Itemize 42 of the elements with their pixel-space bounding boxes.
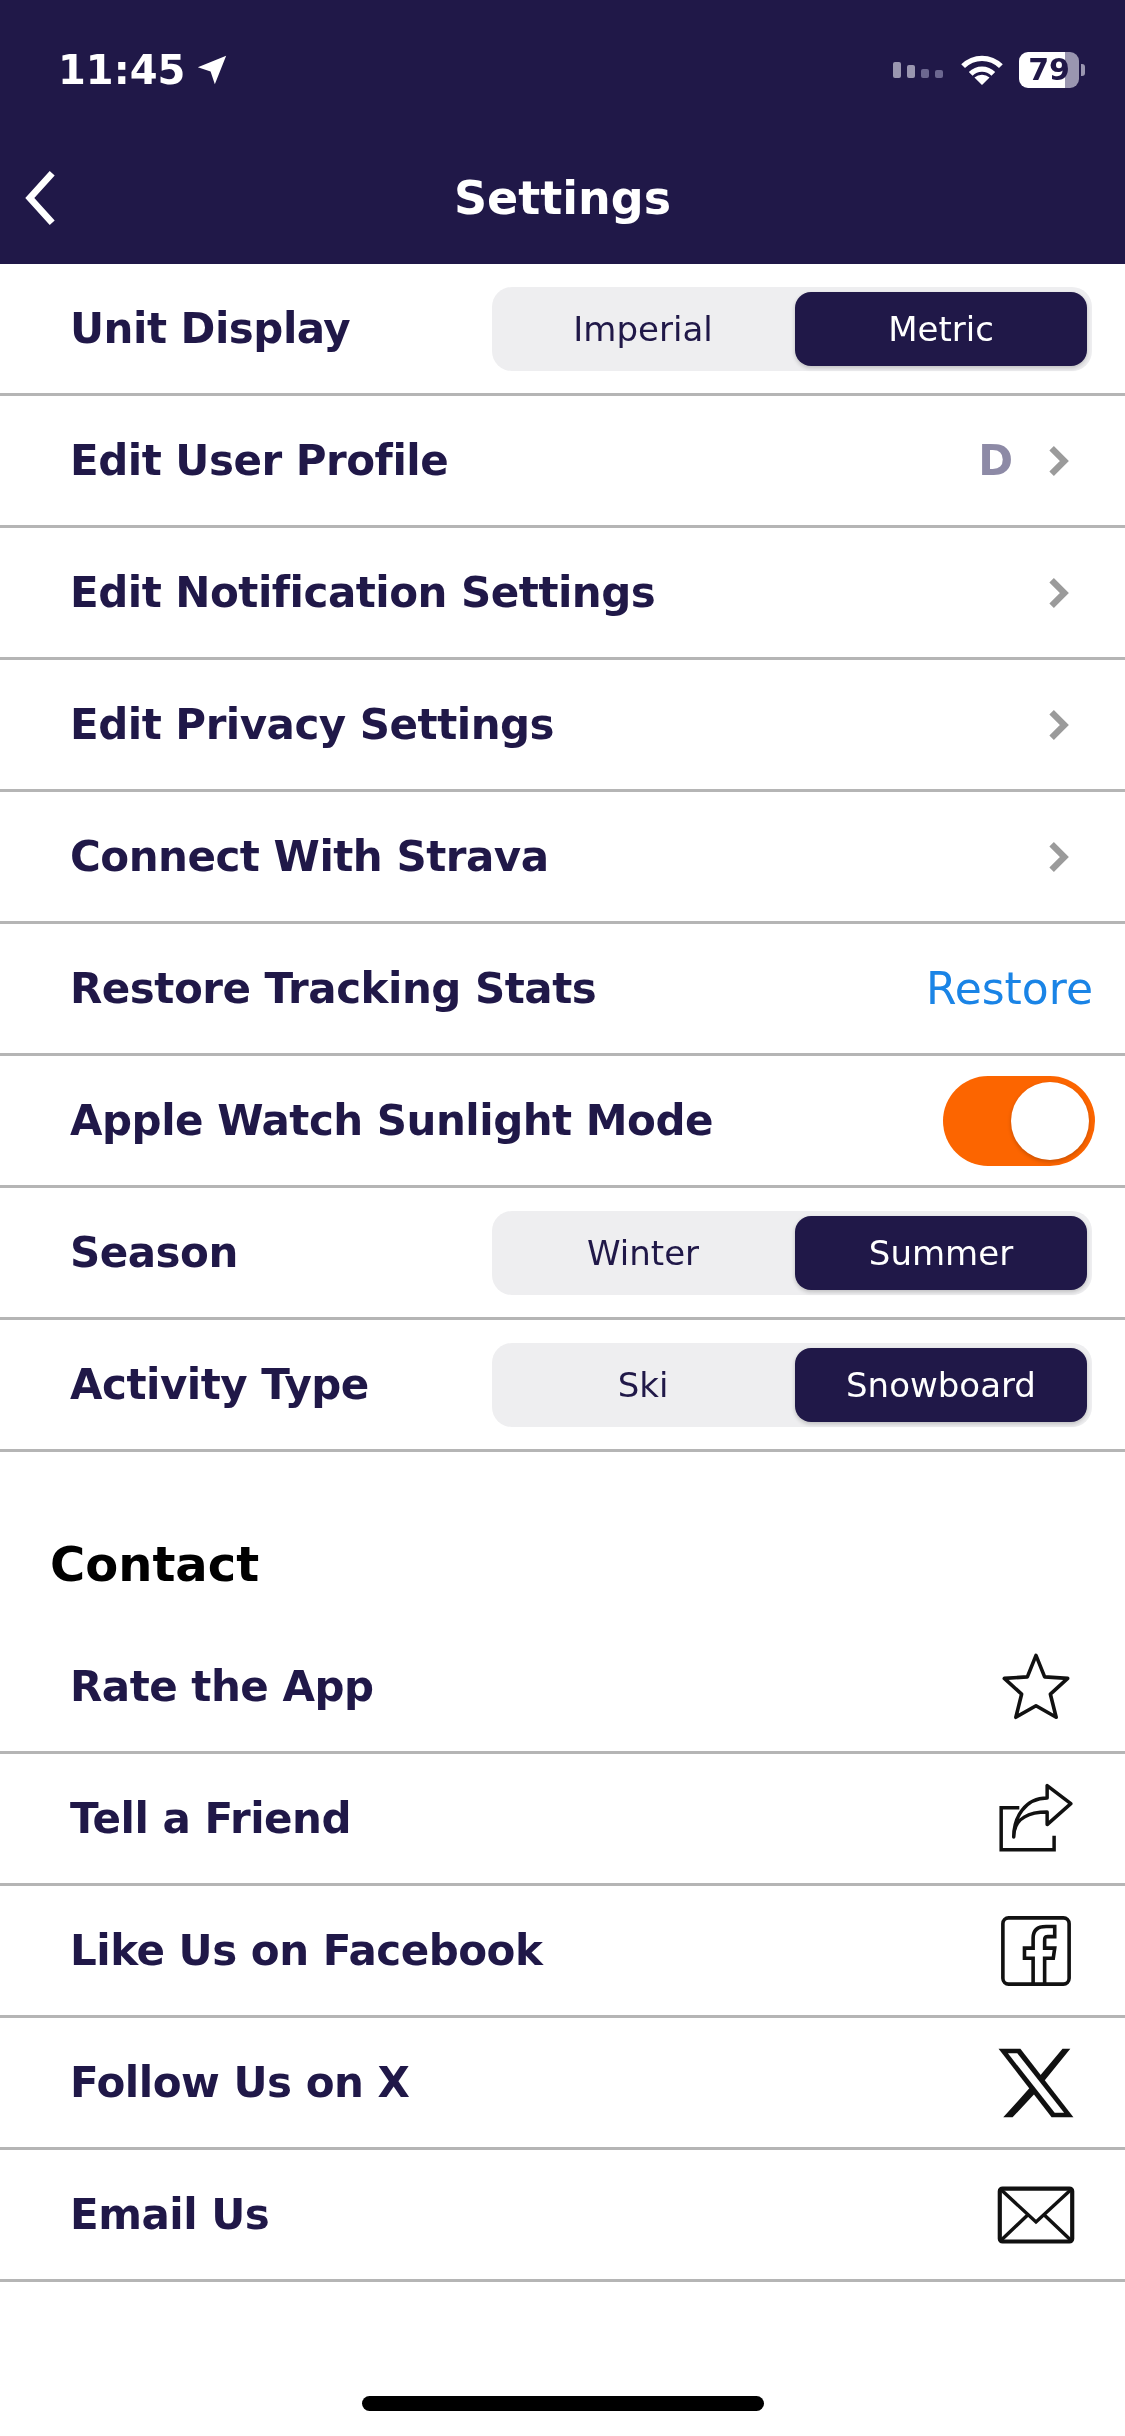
chevron-right-icon	[1047, 443, 1069, 478]
setting-label: Connect With Strava	[70, 832, 549, 881]
chevron-right-icon	[1047, 575, 1069, 610]
settings-link-row[interactable]: Edit Privacy Settings	[0, 660, 1125, 792]
setting-label: Activity Type	[70, 1360, 369, 1409]
segment-option[interactable]: Summer	[795, 1215, 1087, 1290]
battery-indicator: 79	[1019, 52, 1085, 88]
status-time: 11:45	[58, 47, 186, 93]
segment-option[interactable]: Metric	[795, 291, 1087, 366]
contact-label: Email Us	[70, 2190, 270, 2239]
chevron-right-icon	[1047, 707, 1069, 742]
profile-initial: D	[978, 436, 1013, 485]
segment-option[interactable]: Ski	[497, 1347, 789, 1422]
contact-row[interactable]: Like Us on Facebook	[0, 1886, 1125, 2018]
segment-option[interactable]: Snowboard	[795, 1347, 1087, 1422]
section-heading: Contact	[49, 1535, 261, 1594]
chevron-right-icon	[1047, 839, 1069, 874]
setting-label: Edit Notification Settings	[70, 568, 656, 617]
contact-label: Like Us on Facebook	[70, 1926, 543, 1975]
settings-link-row[interactable]: Connect With Strava	[0, 792, 1125, 924]
settings-link-row[interactable]: Edit User Profile D	[0, 396, 1125, 528]
segment-option[interactable]: Imperial	[497, 291, 789, 366]
setting-label: Restore Tracking Stats	[70, 964, 597, 1013]
restore-button[interactable]: Restore	[926, 963, 1093, 1014]
settings-link-row[interactable]: Edit Notification Settings	[0, 528, 1125, 660]
setting-label: Edit Privacy Settings	[70, 700, 555, 749]
wifi-icon	[959, 53, 1005, 87]
contact-label: Rate the App	[70, 1662, 374, 1711]
setting-label: Unit Display	[70, 304, 351, 353]
setting-label: Season	[70, 1228, 238, 1277]
contact-label: Follow Us on X	[70, 2058, 410, 2107]
contact-row[interactable]: Follow Us on X	[0, 2018, 1125, 2150]
contact-row[interactable]: Email Us	[0, 2150, 1125, 2282]
back-icon[interactable]	[24, 170, 58, 226]
contact-row[interactable]: Rate the App	[0, 1622, 1125, 1754]
setting-label: Edit User Profile	[70, 436, 449, 485]
setting-label: Apple Watch Sunlight Mode	[70, 1096, 713, 1145]
contact-row[interactable]: Tell a Friend	[0, 1754, 1125, 1886]
page-title: Settings	[453, 171, 672, 225]
segment-option[interactable]: Winter	[497, 1215, 789, 1290]
contact-label: Tell a Friend	[70, 1794, 351, 1843]
x-logo-icon	[997, 2046, 1075, 2119]
